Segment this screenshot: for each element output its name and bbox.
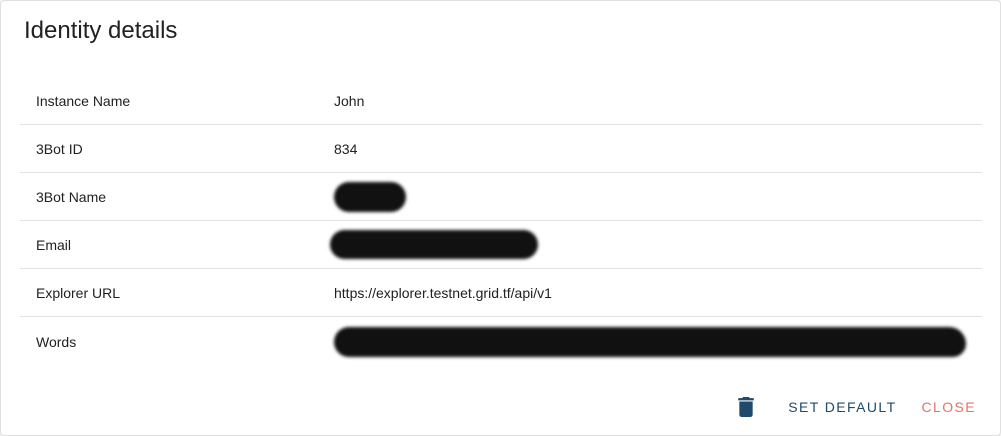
row-value-instance-name: John [334, 92, 365, 109]
row-label-explorer-url: Explorer URL [36, 284, 121, 301]
table-row: 3Bot Name [20, 173, 982, 221]
table-row: Email [20, 221, 982, 269]
row-label-3bot-id: 3Bot ID [36, 140, 83, 157]
row-value-explorer-url: https://explorer.testnet.grid.tf/api/v1 [334, 284, 552, 301]
row-label-email: Email [36, 236, 72, 253]
table-row: Words [20, 317, 982, 367]
trash-icon [738, 397, 755, 417]
row-value-words [317, 317, 982, 367]
table-row: Explorer URL https://explorer.testnet.gr… [20, 269, 982, 317]
row-label-instance-name: Instance Name [36, 92, 131, 109]
row-value-email [317, 221, 982, 268]
delete-button[interactable] [734, 395, 758, 419]
identity-details-dialog: Identity details Instance Name John 3Bot… [0, 0, 1001, 436]
redacted-email [330, 230, 538, 259]
details-table: Instance Name John 3Bot ID 834 3Bot Name… [20, 77, 982, 367]
redacted-3bot-name [334, 181, 406, 212]
table-row: 3Bot ID 834 [20, 125, 982, 173]
redacted-words [334, 327, 966, 357]
row-label-3bot-name: 3Bot Name [36, 188, 107, 205]
set-default-button[interactable]: Set Default [780, 393, 904, 421]
dialog-actions: Set Default Close [734, 393, 984, 421]
dialog-title: Identity details [24, 17, 178, 44]
close-button[interactable]: Close [914, 393, 984, 421]
row-label-words: Words [36, 334, 77, 350]
row-value-3bot-name [317, 173, 982, 220]
row-value-3bot-id: 834 [334, 140, 358, 157]
table-row: Instance Name John [20, 77, 982, 125]
